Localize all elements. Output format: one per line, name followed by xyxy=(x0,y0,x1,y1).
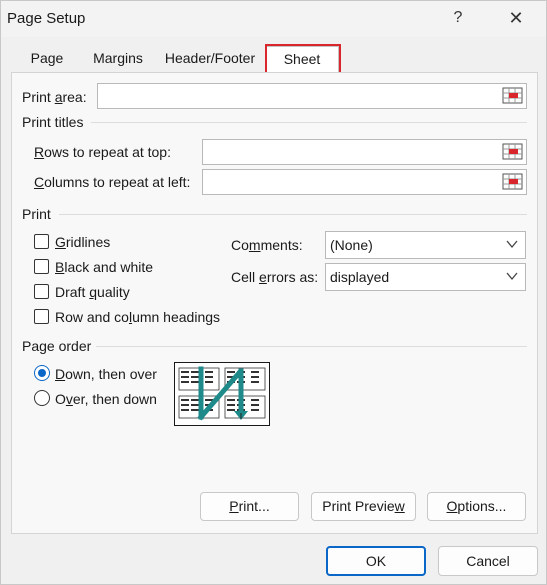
down-then-over-label: Down, then over xyxy=(55,366,157,382)
page-order-heading: Page order xyxy=(22,338,92,354)
print-titles-heading: Print titles xyxy=(22,114,84,130)
page-order-preview xyxy=(174,362,270,426)
comments-select[interactable]: (None) xyxy=(325,231,526,259)
cancel-button[interactable]: Cancel xyxy=(438,546,538,576)
row-column-headings-label: Row and column headings xyxy=(55,309,221,325)
print-area-input[interactable] xyxy=(98,84,526,108)
dialog-title: Page Setup xyxy=(7,10,86,27)
black-white-label: Black and white xyxy=(55,259,154,275)
close-button[interactable]: ✕ xyxy=(499,1,533,35)
columns-repeat-label: Columns to repeat at left: xyxy=(34,174,191,190)
title-bar: Page Setup ? ✕ xyxy=(1,1,546,37)
tab-margins[interactable]: Margins xyxy=(83,46,153,73)
down-then-over-radio[interactable] xyxy=(34,365,50,381)
print-button[interactable]: Print... xyxy=(200,492,299,521)
tab-highlight-box xyxy=(265,44,341,75)
draft-quality-label: Draft quality xyxy=(55,284,130,300)
print-area-label: Print area: xyxy=(22,89,87,105)
columns-repeat-input[interactable] xyxy=(203,170,526,194)
gridlines-checkbox[interactable] xyxy=(34,234,49,249)
row-column-headings-checkbox[interactable] xyxy=(34,309,49,324)
page-setup-dialog: Page Setup ? ✕ Page Margins Header/Foote… xyxy=(0,0,547,585)
comments-label: Comments: xyxy=(231,237,303,253)
chevron-down-icon xyxy=(506,240,518,249)
cell-errors-select[interactable]: displayed xyxy=(325,263,526,291)
help-button[interactable]: ? xyxy=(441,1,475,35)
rows-repeat-label: Rows to repeat at top: xyxy=(34,144,171,160)
tab-header-footer[interactable]: Header/Footer xyxy=(159,46,261,73)
ok-button[interactable]: OK xyxy=(326,546,426,576)
chevron-down-icon xyxy=(506,272,518,281)
print-preview-button[interactable]: Print Preview xyxy=(311,492,416,521)
cell-errors-value: displayed xyxy=(330,269,390,285)
rows-repeat-field[interactable] xyxy=(202,139,527,165)
black-white-checkbox[interactable] xyxy=(34,259,49,274)
collapse-range-icon[interactable] xyxy=(501,171,525,193)
draft-quality-checkbox[interactable] xyxy=(34,284,49,299)
gridlines-label: Gridlines xyxy=(55,234,111,250)
comments-value: (None) xyxy=(330,237,373,253)
columns-repeat-field[interactable] xyxy=(202,169,527,195)
page-order-diagram xyxy=(178,366,266,421)
cell-errors-label: Cell errors as: xyxy=(231,269,319,285)
tab-page[interactable]: Page xyxy=(19,46,75,73)
over-then-down-label: Over, then down xyxy=(55,391,157,407)
over-then-down-radio[interactable] xyxy=(34,390,50,406)
page-order-divider xyxy=(96,346,527,347)
tab-sheet[interactable]: Sheet xyxy=(265,44,341,75)
print-heading: Print xyxy=(22,206,51,222)
print-area-field[interactable] xyxy=(97,83,527,109)
print-titles-divider xyxy=(91,122,527,123)
rows-repeat-input[interactable] xyxy=(203,140,526,164)
options-button[interactable]: Options... xyxy=(427,492,526,521)
collapse-range-icon[interactable] xyxy=(501,141,525,163)
print-divider xyxy=(59,214,527,215)
collapse-range-icon[interactable] xyxy=(501,85,525,107)
